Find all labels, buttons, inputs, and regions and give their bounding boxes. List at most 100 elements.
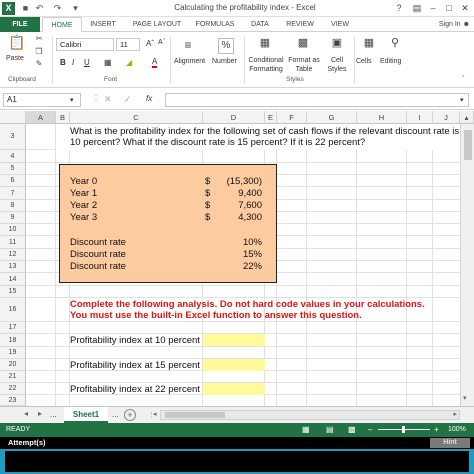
row-header[interactable]: 14 [0,273,26,286]
font-name-select[interactable]: Calibri [56,38,114,51]
alignment-button[interactable]: Alignment [174,58,205,65]
row-header[interactable]: 23 [0,395,26,406]
discount-rate-label[interactable]: Discount rate [70,261,126,272]
close-icon[interactable]: ✕ [458,2,472,15]
grow-font-icon[interactable]: Aˆ [146,39,154,48]
cashflow-label[interactable]: Year 3 [70,212,97,223]
discount-rate-label[interactable]: Discount rate [70,249,126,260]
scroll-up-icon[interactable]: ▴ [460,111,474,124]
row-header[interactable]: 4 [0,150,26,163]
customize-icon[interactable]: ▾ [70,3,81,14]
expand-formula-bar-icon[interactable]: ▾ [460,96,464,104]
maximize-icon[interactable]: □ [442,2,456,15]
row-header[interactable]: 16 [0,298,26,322]
zoom-level[interactable]: 100% [448,426,466,433]
row-header[interactable]: 17 [0,322,26,334]
row-header[interactable]: 13 [0,261,26,273]
column-header-j[interactable]: J [433,111,460,124]
conditional-formatting-button[interactable]: Conditional Formatting [248,56,284,74]
bold-button[interactable]: B [60,58,66,67]
cashflow-value[interactable]: 4,300 [214,212,262,223]
fill-color-icon[interactable]: ◢ [126,58,132,67]
undo-icon[interactable]: ↶ [34,3,45,14]
insert-function-button[interactable]: fx [146,94,152,103]
alignment-icon[interactable]: ≡ [180,38,196,54]
copy-icon[interactable]: ❐ [34,47,44,57]
ribbon-display-icon[interactable]: ▤ [410,2,424,15]
save-icon[interactable]: ■ [20,3,31,14]
row-header[interactable]: 15 [0,286,26,298]
cell-styles-icon[interactable]: ▣ [328,36,346,52]
scroll-right-icon[interactable]: ▸ [453,410,457,418]
horizontal-scrollbar[interactable]: ◂ ▸ [153,410,460,420]
collapse-ribbon-icon[interactable]: ˆ [462,76,464,83]
percent-icon[interactable]: % [218,38,234,54]
answer-input-15-percent[interactable] [203,359,265,371]
font-color-icon[interactable]: A [152,57,158,68]
cashflow-value[interactable]: 7,600 [214,200,262,211]
tab-review[interactable]: REVIEW [280,17,320,32]
tabs-ellipsis-right[interactable]: ... [112,410,119,419]
cell-styles-button[interactable]: Cell Styles [322,56,352,74]
page-break-view-icon[interactable]: ▩ [348,425,356,434]
cells-button[interactable]: Cells [356,58,372,65]
row-header[interactable]: 11 [0,236,26,249]
vertical-scroll-thumb[interactable] [464,130,472,160]
conditional-formatting-icon[interactable]: ▦ [256,36,274,52]
format-as-table-icon[interactable]: ▩ [294,36,312,52]
discount-rate-label[interactable]: Discount rate [70,237,126,248]
vertical-scrollbar[interactable]: ▾ [460,124,474,406]
column-header-g[interactable]: G [307,111,357,124]
format-painter-icon[interactable]: ✎ [34,59,44,69]
font-size-select[interactable]: 11 [116,38,140,51]
row-header[interactable]: 6 [0,175,26,187]
row-header[interactable]: 9 [0,212,26,224]
column-header-e[interactable]: E [265,111,277,124]
row-header[interactable]: 8 [0,200,26,212]
column-header-f[interactable]: F [277,111,307,124]
row-header[interactable]: 3 [0,124,26,150]
normal-view-icon[interactable]: ▦ [302,425,310,434]
discount-rate-value[interactable]: 15% [214,249,262,260]
underline-button[interactable]: U [84,58,90,67]
tabs-ellipsis-left[interactable]: ... [50,410,57,419]
select-all-corner[interactable] [0,111,26,124]
zoom-slider[interactable] [378,426,430,433]
tab-formulas[interactable]: FORMULAS [190,17,240,32]
row-header[interactable]: 22 [0,383,26,395]
hint-button[interactable]: Hint [430,438,470,448]
enter-icon[interactable]: ✓ [124,94,132,105]
redo-icon[interactable]: ↷ [52,3,63,14]
row-header[interactable]: 12 [0,249,26,261]
cancel-icon[interactable]: ✕ [104,94,112,105]
zoom-slider-thumb[interactable] [402,426,405,433]
shrink-font-icon[interactable]: Aˇ [158,39,165,46]
row-header[interactable]: 21 [0,371,26,383]
column-header-i[interactable]: I [407,111,433,124]
number-button[interactable]: Number [212,58,237,65]
cashflow-label[interactable]: Year 2 [70,200,97,211]
minimize-icon[interactable]: – [426,2,440,15]
cashflow-value[interactable]: (15,300) [214,176,262,187]
scroll-down-icon[interactable]: ▾ [463,394,467,402]
row-header[interactable]: 10 [0,224,26,236]
column-header-b[interactable]: B [56,111,70,124]
sheet-tab-sheet1[interactable]: Sheet1 [64,407,108,423]
scroll-left-icon[interactable]: ◂ [153,410,157,418]
row-header[interactable]: 18 [0,334,26,347]
editing-button[interactable]: Editing [380,58,401,65]
paste-icon[interactable]: 📋 [8,34,25,52]
row-header[interactable]: 7 [0,187,26,200]
column-header-c[interactable]: C [70,111,203,124]
cells-icon[interactable]: ▦ [360,36,378,52]
add-sheet-button[interactable]: + [124,409,136,421]
editing-icon[interactable]: ⚲ [386,36,404,52]
sign-in-link[interactable]: Sign In ☻ [439,17,470,32]
row-header[interactable]: 20 [0,359,26,371]
row-header[interactable]: 5 [0,163,26,175]
formula-input[interactable] [165,93,469,107]
cashflow-value[interactable]: 9,400 [214,188,262,199]
scroll-tabs-right-icon[interactable]: ▸ [38,409,42,418]
tab-data[interactable]: DATA [244,17,276,32]
cut-icon[interactable]: ✂ [34,34,44,44]
